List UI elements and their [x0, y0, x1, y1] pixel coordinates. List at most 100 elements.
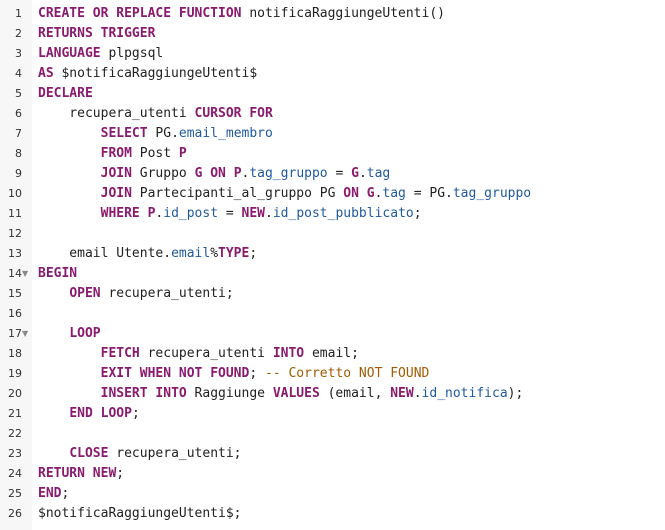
code-token: $notificaRaggiungeUtenti$ — [53, 66, 258, 81]
fold-toggle-icon[interactable]: ▼ — [22, 324, 28, 344]
code-token: email_membro — [178, 126, 273, 141]
code-text: email Utente.email%TYPE; — [38, 244, 257, 264]
code-text: AS $notificaRaggiungeUtenti$ — [38, 64, 257, 84]
code-line[interactable]: 15 OPEN recupera_utenti; — [0, 284, 665, 304]
code-line[interactable]: 20 INSERT INTO Raggiunge VALUES (email, … — [0, 384, 665, 404]
code-line[interactable]: 11 WHERE P.id_post = NEW.id_post_pubblic… — [0, 204, 665, 224]
line-number: 7 — [15, 127, 22, 140]
code-text: OPEN recupera_utenti; — [38, 284, 233, 304]
code-line[interactable]: 19 EXIT WHEN NOT FOUND; -- Corretto NOT … — [0, 364, 665, 384]
code-text: LANGUAGE plpgsql — [38, 44, 163, 64]
code-text: EXIT WHEN NOT FOUND; -- Corretto NOT FOU… — [38, 364, 430, 384]
code-token: FROM — [100, 146, 132, 161]
code-text: DECLARE — [38, 84, 93, 104]
code-line[interactable]: 8 FROM Post P — [0, 144, 665, 164]
code-text: INSERT INTO Raggiunge VALUES (email, NEW… — [38, 384, 524, 404]
code-token: . — [358, 166, 367, 181]
line-number: 13 — [8, 247, 22, 260]
code-token: PG. — [147, 126, 179, 141]
code-text: END LOOP; — [38, 404, 139, 424]
line-number: 16 — [8, 307, 22, 320]
code-token: tag_gruppo — [249, 166, 328, 181]
line-number: 17 — [8, 327, 22, 340]
code-line[interactable]: 7 SELECT PG.email_membro — [0, 124, 665, 144]
line-number: 14 — [8, 267, 22, 280]
code-token: plpgsql — [100, 46, 164, 61]
code-token: G — [351, 166, 359, 181]
line-number: 21 — [8, 407, 22, 420]
code-token: END — [38, 486, 62, 501]
code-token: INSERT INTO — [100, 386, 187, 401]
code-token: id_post — [163, 206, 219, 221]
code-text: RETURN NEW; — [38, 464, 124, 484]
code-line[interactable]: 21 END LOOP; — [0, 404, 665, 424]
code-token: Post — [131, 146, 179, 161]
code-token: ; — [249, 246, 258, 261]
code-line[interactable]: 24 RETURN NEW; — [0, 464, 665, 484]
line-number: 22 — [8, 427, 22, 440]
code-token: = PG. — [405, 186, 453, 201]
fold-toggle-icon[interactable]: ▼ — [22, 264, 28, 284]
line-number: 10 — [8, 187, 22, 200]
code-token: VALUES — [272, 386, 320, 401]
code-line[interactable]: 17 ▼ LOOP — [0, 324, 665, 344]
code-line[interactable]: 22 — [0, 424, 665, 444]
code-line[interactable]: 12 — [0, 224, 665, 244]
code-token: (email, — [319, 386, 391, 401]
code-text: CREATE OR REPLACE FUNCTION notificaRaggi… — [38, 4, 445, 24]
code-token: email Utente. — [38, 246, 172, 261]
code-text: LOOP — [38, 324, 101, 344]
code-token: LANGUAGE — [38, 46, 101, 61]
code-line[interactable]: 6 recupera_utenti CURSOR FOR — [0, 104, 665, 124]
line-number: 18 — [8, 347, 22, 360]
code-text: SELECT PG.email_membro — [38, 124, 273, 144]
code-line[interactable]: 1 CREATE OR REPLACE FUNCTION notificaRagg… — [0, 4, 665, 24]
code-editor[interactable]: 1 CREATE OR REPLACE FUNCTION notificaRagg… — [0, 0, 665, 530]
code-token: LOOP — [69, 326, 101, 341]
code-line[interactable]: 5 DECLARE — [0, 84, 665, 104]
code-token: AS — [38, 66, 54, 81]
line-number: 1 — [15, 7, 22, 20]
code-token: OPEN — [69, 286, 101, 301]
line-number: 5 — [15, 87, 22, 100]
code-line[interactable]: 4 AS $notificaRaggiungeUtenti$ — [0, 64, 665, 84]
code-token: INTO — [272, 346, 305, 361]
code-token: tag — [382, 186, 406, 201]
code-token: BEGIN — [38, 266, 78, 281]
code-line[interactable]: 23 CLOSE recupera_utenti; — [0, 444, 665, 464]
code-token: Raggiunge — [186, 386, 273, 401]
line-number: 12 — [8, 227, 22, 240]
code-text: FETCH recupera_utenti INTO email; — [38, 344, 359, 364]
code-token: = — [327, 166, 352, 181]
code-line[interactable]: 10 JOIN Partecipanti_al_gruppo PG ON G.t… — [0, 184, 665, 204]
code-token: id_notifica — [421, 386, 508, 401]
code-line[interactable]: 3 LANGUAGE plpgsql — [0, 44, 665, 64]
code-token: ; — [413, 206, 422, 221]
code-token: = — [218, 206, 242, 221]
code-token: P — [178, 146, 187, 161]
code-line[interactable]: 26 $notificaRaggiungeUtenti$; — [0, 504, 665, 524]
code-line[interactable]: 18 FETCH recupera_utenti INTO email; — [0, 344, 665, 364]
code-line[interactable]: 14 ▼ BEGIN — [0, 264, 665, 284]
line-number: 2 — [15, 27, 22, 40]
code-line[interactable]: 2 RETURNS TRIGGER — [0, 24, 665, 44]
code-line[interactable]: 16 — [0, 304, 665, 324]
code-token: END LOOP — [69, 406, 132, 421]
code-token: ; — [249, 366, 265, 381]
code-text: BEGIN — [38, 264, 77, 284]
code-token: SELECT — [100, 126, 148, 141]
code-line[interactable]: 25 END; — [0, 484, 665, 504]
code-line[interactable]: 13 email Utente.email%TYPE; — [0, 244, 665, 264]
code-text: JOIN Partecipanti_al_gruppo PG ON G.tag … — [38, 184, 532, 204]
code-line[interactable]: 9 JOIN Gruppo G ON P.tag_gruppo = G.tag — [0, 164, 665, 184]
code-token: email — [171, 246, 211, 261]
code-token: FETCH — [100, 346, 140, 361]
code-token: id_post_pubblicato — [272, 206, 414, 221]
code-token: WHERE P — [100, 206, 156, 221]
